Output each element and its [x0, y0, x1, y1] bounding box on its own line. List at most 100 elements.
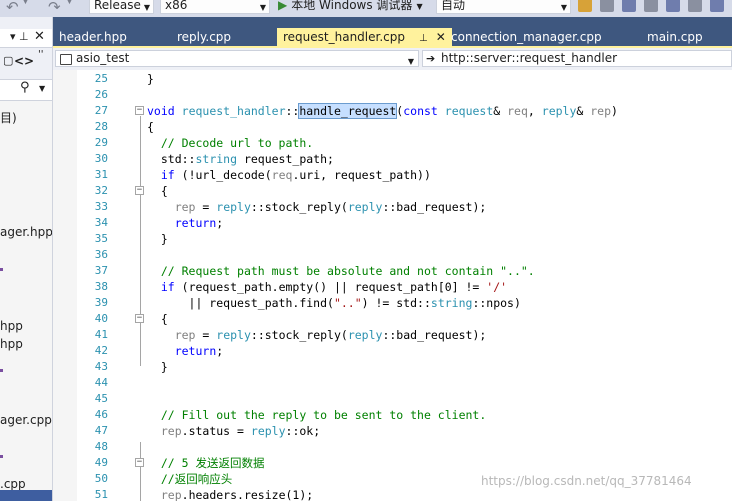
line-number: 32 — [94, 184, 108, 197]
line-number: 50 — [94, 472, 108, 485]
tree-bullet — [0, 268, 3, 271]
line-number: 37 — [94, 264, 108, 277]
line-number: 43 — [94, 360, 108, 373]
code-line[interactable]: // Request path must be absolute and not… — [147, 263, 535, 279]
code-line[interactable]: { — [147, 311, 168, 327]
mode-select[interactable]: 自动 ▼ — [436, 0, 571, 14]
code-line[interactable]: } — [147, 231, 168, 247]
tab-main-cpp[interactable]: main.cpp — [647, 28, 703, 46]
code-line[interactable]: return; — [147, 215, 223, 231]
comment-icon[interactable] — [688, 0, 702, 12]
line-number: 41 — [94, 328, 108, 341]
line-number: 33 — [94, 200, 108, 213]
close-icon[interactable]: ✕ — [34, 29, 45, 44]
platform-value: x86 — [165, 0, 188, 12]
line-number: 30 — [94, 152, 108, 165]
close-icon[interactable]: ✕ — [436, 30, 446, 44]
project-name: asio_test — [76, 51, 130, 65]
code-editor[interactable]: 25 26 27 28 29 30 31 32 33 34 35 36 37 3… — [53, 70, 732, 501]
line-number: 49 — [94, 456, 108, 469]
mode-value: 自动 — [441, 0, 466, 12]
collapse-icon[interactable]: − — [135, 106, 144, 115]
tree-item[interactable]: .cpp — [0, 477, 26, 491]
solution-explorer-panel: ▾ ⊥ ✕ ▢ <> '' ⚲ ▼ 目) ager.hpp hpp hpp ag… — [0, 17, 53, 501]
code-line[interactable]: rep = reply::stock_reply(reply::bad_requ… — [147, 327, 487, 343]
line-number: 27 — [94, 104, 108, 117]
code-line[interactable]: std::string request_path; — [147, 151, 334, 167]
scope-dropdown[interactable]: ➔ http::server::request_handler — [422, 50, 732, 67]
line-number: 42 — [94, 344, 108, 357]
code-line[interactable]: } — [147, 359, 168, 375]
layout-icon[interactable] — [666, 0, 680, 12]
scope-name: http::server::request_handler — [441, 51, 618, 65]
configuration-select[interactable]: Release ▼ — [89, 0, 154, 14]
tree-bullet — [0, 369, 3, 372]
find-icon[interactable] — [578, 0, 592, 12]
line-number: 35 — [94, 232, 108, 245]
tree-item[interactable]: 目) — [0, 109, 17, 126]
tab-label: reply.cpp — [177, 30, 232, 44]
undo-icon[interactable]: ↶ — [6, 0, 19, 16]
collapse-icon[interactable]: − — [135, 314, 144, 323]
undo-dropdown-icon[interactable]: ▼ — [22, 0, 29, 6]
collapse-icon[interactable]: − — [135, 458, 144, 467]
code-line[interactable]: || request_path.find("..") != std::strin… — [147, 295, 521, 311]
chevron-down-icon[interactable]: ▼ — [39, 84, 45, 93]
more-icon[interactable]: '' — [38, 49, 44, 60]
code-line[interactable]: rep.headers.resize(1); — [147, 487, 313, 501]
tab-label: header.hpp — [59, 30, 127, 44]
code-view-icon[interactable]: <> — [14, 54, 34, 68]
editor-gutter — [53, 70, 77, 501]
window-icon[interactable] — [710, 0, 724, 12]
tree-item[interactable]: hpp — [0, 319, 23, 333]
redo-dropdown-icon[interactable]: ▼ — [66, 0, 73, 6]
tab-reply-cpp[interactable]: reply.cpp — [177, 28, 231, 46]
code-line[interactable]: // Fill out the reply to be sent to the … — [147, 407, 486, 423]
line-number: 40 — [94, 312, 108, 325]
start-debugger-button[interactable]: ▶ 本地 Windows 调试器 ▼ — [278, 0, 423, 15]
code-line[interactable]: if (request_path.empty() || request_path… — [147, 279, 507, 295]
run-label: 本地 Windows 调试器 — [291, 0, 413, 12]
line-number: 26 — [94, 88, 108, 101]
tab-request-handler-cpp[interactable]: request_handler.cpp ⊥ ✕ — [277, 28, 452, 46]
code-line[interactable]: rep.status = reply::ok; — [147, 423, 320, 439]
code-line[interactable]: if (!url_decode(req.uri, request_path)) — [147, 167, 431, 183]
tree-item[interactable]: ager.hpp — [0, 225, 52, 239]
navigate-icon[interactable] — [622, 0, 636, 12]
code-line[interactable]: // 5 发送返回数据 — [147, 455, 265, 471]
code-line[interactable]: return; — [147, 343, 223, 359]
code-line[interactable]: { — [147, 183, 168, 199]
bookmark-icon[interactable] — [644, 0, 658, 12]
line-number: 36 — [94, 248, 108, 261]
collapse-icon[interactable]: − — [135, 186, 144, 195]
chevron-down-icon[interactable]: ▼ — [416, 2, 422, 11]
line-number: 45 — [94, 392, 108, 405]
document-tabs: header.hpp reply.cpp request_handler.cpp… — [53, 17, 732, 47]
pin-icon[interactable]: ⊥ — [419, 33, 428, 44]
tree-item[interactable]: ager.cpp — [0, 413, 52, 427]
tree-item[interactable]: hpp — [0, 337, 23, 351]
search-icon[interactable]: ⚲ — [20, 80, 30, 95]
line-number: 51 — [94, 488, 108, 501]
code-line[interactable]: rep = reply::stock_reply(reply::bad_requ… — [147, 199, 487, 215]
pin-icon[interactable]: ▾ ⊥ — [10, 30, 29, 43]
code-line[interactable]: // Decode url to path. — [147, 135, 313, 151]
play-icon: ▶ — [278, 0, 288, 12]
watermark-text: https://blog.csdn.net/qq_37781464 — [481, 474, 692, 488]
configuration-value: Release — [94, 0, 141, 12]
toolbar-tool-icon[interactable] — [600, 0, 614, 12]
project-dropdown[interactable]: asio_test ▼ — [55, 50, 419, 67]
code-line[interactable]: } — [147, 71, 154, 87]
tab-connection-manager-cpp[interactable]: connection_manager.cpp — [451, 28, 602, 46]
tab-header-hpp[interactable]: header.hpp — [59, 28, 127, 46]
code-line[interactable]: void request_handler::handle_request(con… — [147, 103, 618, 119]
sync-icon[interactable]: ▢ — [3, 54, 13, 67]
code-line[interactable]: { — [147, 119, 154, 135]
tab-label: request_handler.cpp — [283, 30, 405, 44]
platform-select[interactable]: x86 ▼ — [160, 0, 270, 14]
line-number: 47 — [94, 424, 108, 437]
navigation-bar: asio_test ▼ ➔ http::server::request_hand… — [53, 48, 732, 71]
toolbar: ↶ ▼ ↷ ▼ Release ▼ x86 ▼ ▶ 本地 Windows 调试器 ▼… — [0, 0, 732, 18]
redo-icon[interactable]: ↷ — [48, 0, 61, 16]
code-line[interactable]: //返回响应头 — [147, 471, 232, 487]
